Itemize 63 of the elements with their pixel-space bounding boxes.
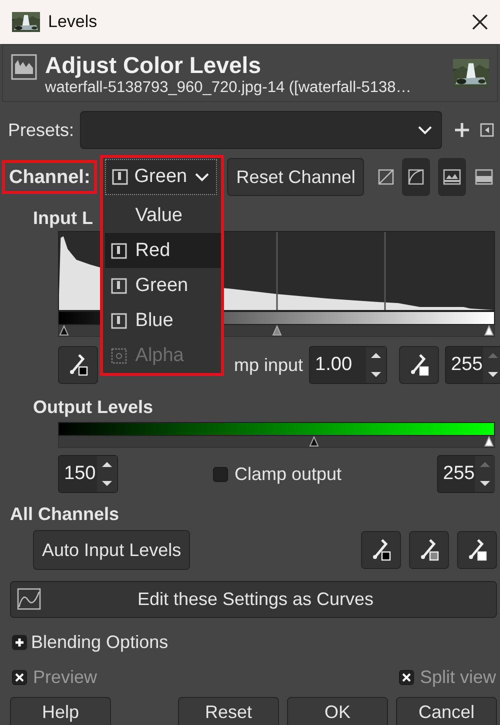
menu-item[interactable]: Red [105, 233, 222, 268]
section-heading: Output Levels [33, 397, 154, 417]
histogram-scale-toggle[interactable] [402, 158, 430, 196]
channel-icon [111, 278, 128, 294]
slider-handle[interactable] [59, 325, 69, 336]
add-icon[interactable] [454, 122, 470, 138]
presets-label: Presets: [8, 120, 74, 140]
channel-label: Channel: [2, 160, 98, 194]
menu-item[interactable]: Blue [105, 303, 222, 338]
slider-handle[interactable] [484, 436, 494, 447]
option-label: Preview [33, 666, 98, 688]
histogram-icon [474, 167, 494, 187]
dialog-button[interactable]: OK [287, 697, 388, 725]
reset-channel-button[interactable]: Reset Channel [227, 158, 364, 196]
number-spin-field[interactable]: 255 [445, 346, 500, 384]
checkbox[interactable] [213, 466, 228, 482]
dialog-button[interactable]: Help [10, 697, 111, 725]
option-label: Split view [420, 666, 496, 688]
eyedropper-icon [67, 353, 89, 377]
close-icon[interactable] [472, 14, 488, 30]
menu-item[interactable]: Value [105, 198, 222, 233]
slider-handle[interactable] [272, 325, 282, 336]
number-spin-field[interactable]: 255 [437, 455, 495, 493]
window-title: Levels [48, 12, 98, 32]
eyedropper-button[interactable] [399, 346, 440, 384]
histogram-view-toggle[interactable] [438, 158, 466, 196]
number-spin-field[interactable]: 150 [58, 455, 118, 493]
eyedropper-icon [408, 353, 430, 377]
edit-as-curves-button[interactable]: Edit these Settings as Curves [10, 580, 497, 618]
auto-input-levels-button[interactable]: Auto Input Levels [33, 530, 190, 570]
eyedropper-icon [370, 538, 392, 562]
channel-dropdown[interactable]: Green [105, 159, 218, 195]
eyedropper-button[interactable] [457, 531, 497, 569]
curves-icon [17, 588, 41, 610]
eyedropper-button[interactable] [409, 531, 449, 569]
levels-icon [11, 54, 37, 80]
blending-options-label: Blending Options [31, 632, 168, 652]
eyedropper-button[interactable] [361, 531, 401, 569]
clamp-input-label: mp input [234, 354, 304, 376]
log-scale-icon [406, 167, 426, 187]
expand-icon[interactable] [12, 634, 27, 650]
chevron-down-icon [194, 172, 210, 182]
image-name: waterfall-5138793_960_720.jpg-14 ([waterfall-5138… [45, 79, 412, 97]
section-heading: All Channels [10, 504, 120, 524]
menu-item[interactable]: Green [105, 268, 222, 303]
slider-handle[interactable] [308, 436, 319, 447]
section-heading: Input L [33, 208, 93, 228]
alpha-channel-icon [111, 348, 128, 364]
channel-icon [112, 169, 128, 185]
number-spin-field[interactable]: 1.00 [309, 346, 388, 384]
eyedropper-button[interactable] [58, 346, 98, 384]
linear-scale-icon [376, 167, 396, 187]
chevron-down-icon [417, 125, 433, 135]
dialog-button[interactable]: Reset [178, 697, 279, 725]
histogram-icon [442, 167, 462, 187]
clamp-output-label: Clamp output [234, 464, 342, 484]
channel-icon [111, 242, 128, 258]
eyedropper-icon [466, 538, 488, 562]
dialog-button[interactable]: Cancel [396, 697, 497, 725]
channel-icon [111, 312, 128, 328]
slider-handle[interactable] [484, 325, 494, 336]
eyedropper-icon [418, 538, 440, 562]
dialog-title: Adjust Color Levels [45, 51, 262, 79]
